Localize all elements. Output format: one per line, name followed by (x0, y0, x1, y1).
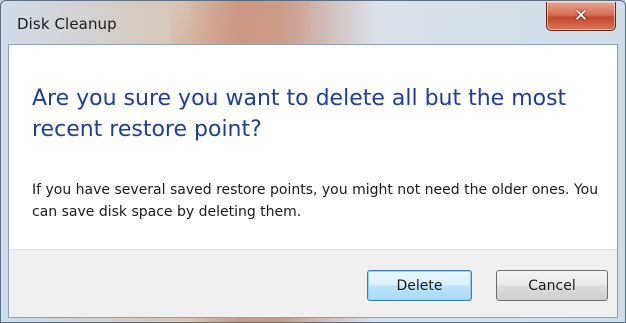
dialog-window: Disk Cleanup ✕ Are you sure you want to … (0, 0, 626, 323)
close-button[interactable]: ✕ (546, 2, 616, 31)
dialog-body: Are you sure you want to delete all but … (8, 44, 618, 318)
content-text: If you have several saved restore points… (32, 182, 599, 220)
close-icon: ✕ (573, 5, 589, 26)
title-bar[interactable]: Disk Cleanup ✕ (1, 1, 625, 44)
window-title: Disk Cleanup (17, 15, 117, 33)
delete-button[interactable]: Delete (367, 270, 472, 301)
button-strip: Delete Cancel (9, 249, 617, 317)
main-instruction: Are you sure you want to delete all but … (32, 86, 567, 142)
cancel-button[interactable]: Cancel (496, 270, 608, 301)
